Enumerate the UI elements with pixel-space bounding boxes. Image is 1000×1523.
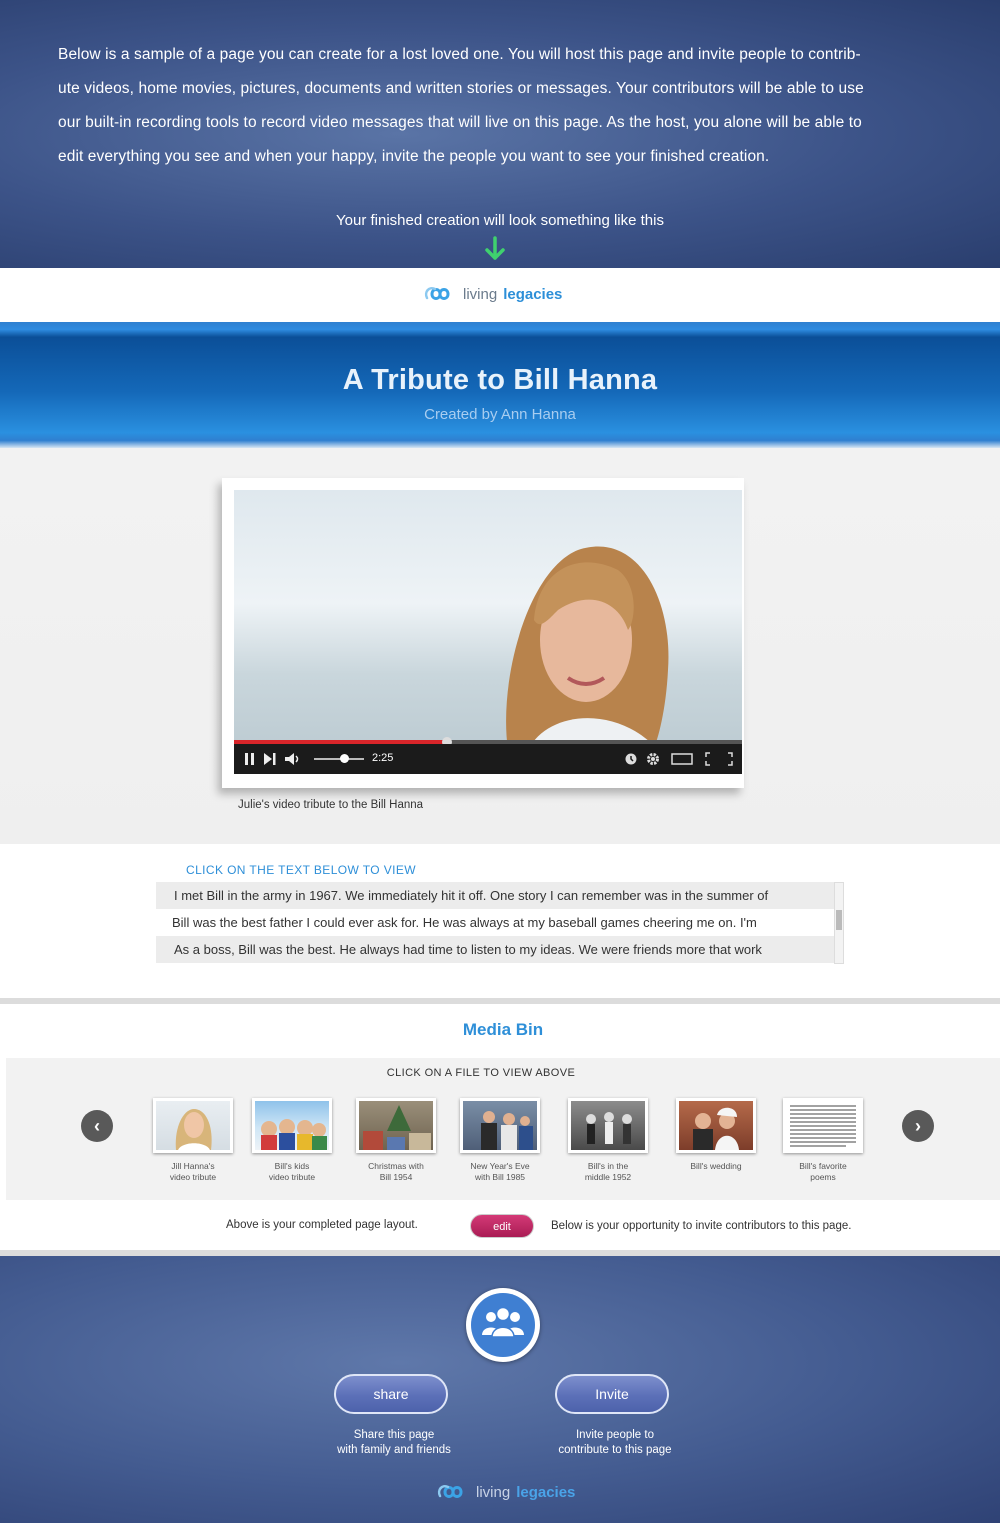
theater-icon[interactable] — [671, 752, 693, 766]
video-section: 2:25 Julie's video tribute to the Bill H… — [0, 448, 1000, 844]
media-thumbnail — [783, 1098, 863, 1153]
video-thumbnail-image — [506, 546, 669, 750]
share-description: Share this page with family and friends — [337, 1429, 451, 1456]
media-item[interactable]: Bill's kids video tribute — [247, 1098, 337, 1183]
next-icon[interactable] — [263, 752, 277, 766]
media-thumbnail — [568, 1098, 648, 1153]
media-item[interactable]: Bill's favorite poems — [778, 1098, 868, 1183]
scrollbar-thumb[interactable] — [836, 910, 842, 930]
arrow-down-icon — [485, 236, 505, 260]
media-caption: New Year's Eve with Bill 1985 — [470, 1161, 530, 1182]
story-item[interactable]: Bill was the best father I could ever as… — [156, 909, 836, 936]
media-item[interactable]: Jill Hanna's video tribute — [148, 1098, 238, 1183]
logo-word-legacies: legacies — [503, 285, 563, 303]
volume-icon[interactable] — [284, 752, 302, 766]
intro-line: our built-in recording tools to record v… — [58, 114, 862, 131]
fullscreen-icon[interactable] — [705, 752, 733, 766]
media-item[interactable]: New Year's Eve with Bill 1985 — [455, 1098, 545, 1183]
people-group-icon — [482, 1306, 524, 1338]
video-time: 2:25 — [372, 752, 394, 764]
video-player[interactable]: 2:25 — [234, 490, 742, 774]
stories-section: CLICK ON THE TEXT BELOW TO VIEW I met Bi… — [6, 844, 1000, 998]
media-item[interactable]: Bill's wedding — [671, 1098, 761, 1172]
media-caption: Christmas with Bill 1954 — [368, 1161, 424, 1182]
media-caption: Bill's wedding — [690, 1161, 742, 1171]
share-invite-section: share Invite Share this page with family… — [0, 1256, 1000, 1523]
chevron-right-icon: › — [915, 1115, 921, 1136]
pause-icon[interactable] — [244, 752, 256, 766]
living-legacies-logo-footer[interactable]: living legacies — [436, 1480, 575, 1504]
story-item[interactable]: I met Bill in the army in 1967. We immed… — [156, 882, 836, 909]
media-bin-header: Media Bin — [6, 1004, 1000, 1058]
media-thumbnail — [460, 1098, 540, 1153]
media-caption: Bill's in the middle 1952 — [584, 1161, 632, 1182]
settings-icon[interactable] — [646, 752, 660, 766]
intro-line: Below is a sample of a page you can crea… — [58, 46, 861, 63]
media-thumbnail — [252, 1098, 332, 1153]
media-caption: Jill Hanna's video tribute — [169, 1161, 217, 1182]
media-thumbnail — [356, 1098, 436, 1153]
tribute-banner: A Tribute to Bill Hanna Created by Ann H… — [0, 322, 1000, 448]
intro-paragraph: Below is a sample of a page you can crea… — [58, 38, 938, 174]
story-item[interactable]: As a boss, Bill was the best. He always … — [156, 936, 836, 963]
video-caption: Julie's video tribute to the Bill Hanna — [238, 799, 424, 811]
logo-word-living: living — [463, 285, 498, 303]
intro-line: edit everything you see and when your ha… — [58, 148, 770, 165]
media-thumbnail — [153, 1098, 233, 1153]
media-item[interactable]: Christmas with Bill 1954 — [351, 1098, 441, 1183]
volume-knob[interactable] — [340, 754, 349, 763]
video-frame: 2:25 — [222, 478, 744, 788]
logo-bar: living legacies — [0, 268, 1000, 322]
page-subtitle: Created by Ann Hanna — [424, 406, 576, 423]
media-caption: Bill's favorite poems — [799, 1161, 847, 1182]
intro-section: Below is a sample of a page you can crea… — [0, 0, 1000, 268]
media-item[interactable]: Bill's in the middle 1952 — [563, 1098, 653, 1183]
video-controls: 2:25 — [234, 744, 742, 774]
media-thumbnail — [676, 1098, 756, 1153]
next-button[interactable]: › — [902, 1110, 934, 1142]
share-button[interactable]: share — [334, 1374, 448, 1414]
edit-button[interactable]: edit — [470, 1214, 534, 1238]
volume-slider[interactable] — [314, 754, 364, 763]
media-bin: CLICK ON A FILE TO VIEW ABOVE ‹ › Jill H… — [6, 1058, 1000, 1200]
clock-icon[interactable] — [624, 752, 638, 766]
intro-subline: Your finished creation will look somethi… — [336, 212, 664, 229]
media-caption: Bill's kids video tribute — [268, 1161, 316, 1182]
layout-note: Above is your completed page layout. — [226, 1219, 418, 1231]
living-legacies-logo[interactable]: living legacies — [423, 282, 562, 306]
infinity-logo-icon — [437, 1485, 463, 1498]
stories-label: CLICK ON THE TEXT BELOW TO VIEW — [186, 863, 417, 877]
media-bin-title: Media Bin — [462, 1020, 544, 1039]
invite-button[interactable]: Invite — [555, 1374, 669, 1414]
invite-description: Invite people to contribute to this page — [558, 1429, 672, 1456]
intro-line: ute videos, home movies, pictures, docum… — [58, 80, 864, 97]
infinity-logo-icon — [424, 287, 450, 300]
page-title: A Tribute to Bill Hanna — [342, 364, 658, 396]
chevron-left-icon: ‹ — [94, 1115, 100, 1136]
prev-button[interactable]: ‹ — [81, 1110, 113, 1142]
story-list: I met Bill in the army in 1967. We immed… — [156, 882, 836, 966]
action-row: Above is your completed page layout. edi… — [6, 1200, 1000, 1250]
people-badge — [466, 1288, 540, 1362]
logo-word-living: living — [476, 1483, 511, 1501]
invite-note: Below is your opportunity to invite cont… — [551, 1220, 852, 1232]
stories-scrollbar[interactable] — [834, 882, 844, 964]
media-bin-hint: CLICK ON A FILE TO VIEW ABOVE — [386, 1067, 576, 1079]
logo-word-legacies: legacies — [516, 1483, 576, 1501]
